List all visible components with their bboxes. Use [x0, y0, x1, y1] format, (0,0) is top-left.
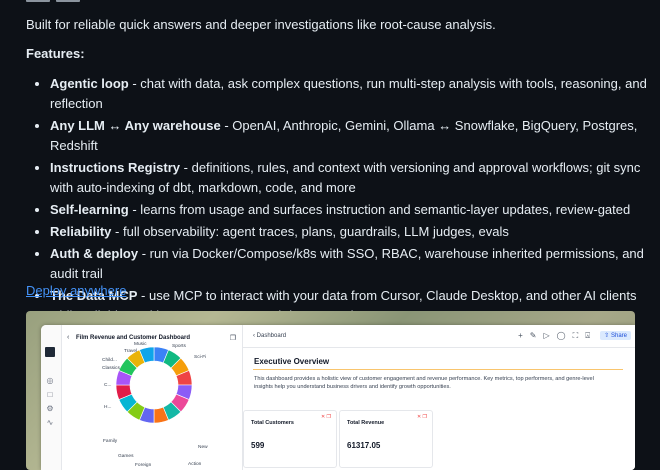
donut-label: Classics [102, 366, 120, 371]
section-divider [253, 369, 623, 370]
app-window: ◎ □ ⚙ ∿ ‹ Film Revenue and Customer Dash… [41, 325, 635, 470]
feature-title: Reliability [50, 224, 112, 239]
feature-item: Reliability - full observability: agent … [50, 222, 660, 242]
card-title: Total Customers [251, 420, 294, 426]
feature-title: Auth & deploy [50, 246, 139, 261]
card-title: Total Revenue [347, 420, 385, 426]
chat-icon[interactable]: □ [46, 391, 54, 399]
donut-label: Action [188, 462, 202, 467]
home-icon[interactable]: ◎ [46, 377, 54, 385]
toolbar-icons[interactable]: +✎▷◯⛶⍓ [518, 331, 597, 341]
feature-item: Any LLM ↔ Any warehouse - OpenAI, Anthro… [50, 116, 660, 156]
donut-label: Games [118, 454, 134, 459]
tab-dashboard[interactable]: ‹ Dashboard [253, 333, 286, 339]
truncated-heading-fragment [26, 0, 226, 4]
donut-label: Child... [102, 358, 117, 363]
card-actions-icon[interactable]: ✕ ❐ [321, 414, 331, 420]
back-chevron-icon[interactable]: ‹ [67, 334, 69, 341]
section-title: Executive Overview [254, 357, 330, 366]
product-screenshot: ◎ □ ⚙ ∿ ‹ Film Revenue and Customer Dash… [26, 311, 635, 470]
tab-label: Dashboard [256, 333, 287, 339]
metric-card-customers[interactable]: ✕ ❐ Total Customers 599 [243, 410, 337, 468]
donut-label: C... [104, 383, 112, 388]
donut-label: Sports [172, 344, 186, 349]
share-label: Share [610, 333, 627, 339]
app-logo [45, 347, 55, 357]
feature-title: Agentic loop [50, 76, 129, 91]
feature-title: Instructions Registry [50, 160, 181, 175]
feature-item: Self-learning - learns from usage and su… [50, 200, 660, 220]
dashboard-toolbar: ‹ Dashboard +✎▷◯⛶⍓ ⇧ Share [243, 325, 635, 348]
features-heading: Features: [26, 46, 85, 61]
donut-label: Travel [124, 349, 138, 354]
copy-icon[interactable]: ❐ [230, 334, 236, 342]
feature-title: Any LLM ↔ Any warehouse [50, 118, 221, 133]
donut-label: New [198, 445, 208, 450]
metric-card-revenue[interactable]: ✕ ❐ Total Revenue 61317.05 [339, 410, 433, 468]
feature-desc: - run via Docker/Compose/k8s with SSO, R… [50, 246, 644, 281]
report-panel: ‹ Film Revenue and Customer Dashboard ❐ … [62, 325, 243, 470]
report-title: Film Revenue and Customer Dashboard [76, 335, 191, 341]
icon-rail: ◎ □ ⚙ ∿ [41, 325, 62, 470]
section-description: This dashboard provides a holistic view … [254, 376, 594, 390]
donut-label: Family [103, 439, 118, 444]
genre-donut-chart [115, 346, 193, 424]
feature-desc: - full observability: agent traces, plan… [111, 224, 509, 239]
dashboard-panel: ‹ Dashboard +✎▷◯⛶⍓ ⇧ Share Executive Ove… [243, 325, 635, 470]
donut-label: Foreign [135, 463, 152, 468]
feature-item: Instructions Registry - definitions, rul… [50, 158, 660, 198]
feature-item: Auth & deploy - run via Docker/Compose/k… [50, 244, 660, 284]
feature-item: Agentic loop - chat with data, ask compl… [50, 74, 660, 114]
donut-label: Sci-Fi [194, 355, 207, 360]
donut-label: Music [134, 342, 147, 347]
activity-icon[interactable]: ∿ [46, 419, 54, 427]
deploy-anywhere-link[interactable]: Deploy anywhere [26, 283, 126, 298]
donut-label: H... [104, 405, 112, 410]
card-value: 599 [251, 441, 265, 450]
feature-desc: - chat with data, ask complex questions,… [50, 76, 647, 111]
feature-title: Self-learning [50, 202, 129, 217]
feature-desc: - learns from usage and surfaces instruc… [128, 202, 631, 217]
intro-text: Built for reliable quick answers and dee… [26, 17, 496, 32]
card-value: 61317.05 [347, 441, 381, 450]
settings-icon[interactable]: ⚙ [46, 405, 54, 413]
share-button[interactable]: ⇧ Share [600, 331, 631, 340]
card-actions-icon[interactable]: ✕ ❐ [417, 414, 427, 420]
